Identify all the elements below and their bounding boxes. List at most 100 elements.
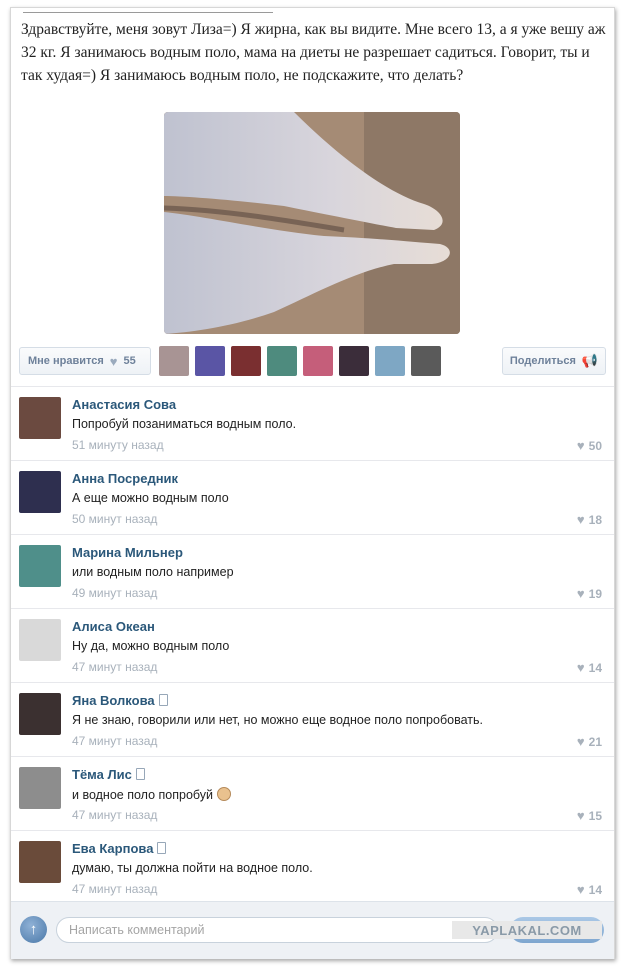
comment-like-count: 19	[588, 587, 602, 601]
post-text: Здравствуйте, меня зовут Лиза=) Я жирна,…	[21, 21, 606, 84]
comment-item: Анна Посредник А еще можно водным поло 5…	[11, 460, 614, 534]
heart-icon: ♥	[109, 353, 118, 369]
comment-like-count: 50	[588, 439, 602, 453]
comment-like-count: 18	[588, 513, 602, 527]
comment-author[interactable]: Яна Волкова	[72, 693, 168, 708]
comment-time[interactable]: 47 минут назад	[72, 734, 157, 748]
like-count: 55	[123, 355, 136, 367]
avatar[interactable]	[19, 767, 61, 809]
comment-like-button[interactable]: ♥ 18	[577, 512, 602, 527]
heart-icon: ♥	[576, 586, 585, 601]
comment-like-button[interactable]: ♥ 21	[577, 734, 602, 749]
avatar[interactable]	[19, 619, 61, 661]
liker-avatar[interactable]	[231, 346, 261, 376]
comment-text: Я не знаю, говорили или нет, но можно ещ…	[72, 713, 483, 727]
like-bar: Мне нравится ♥ 55 Поделиться 📢	[19, 345, 606, 379]
heart-icon: ♥	[576, 512, 585, 527]
liker-avatar[interactable]	[375, 346, 405, 376]
liker-avatar[interactable]	[339, 346, 369, 376]
comment-like-count: 21	[588, 735, 602, 749]
heart-icon: ♥	[576, 734, 585, 749]
heart-icon: ♥	[576, 882, 585, 897]
comment-item: Ева Карпова думаю, ты должна пойти на во…	[11, 830, 614, 904]
comment-like-button[interactable]: ♥ 15	[577, 808, 602, 823]
author-name[interactable]: Анна Посредник	[72, 471, 178, 486]
comment-author[interactable]: Тёма Лис	[72, 767, 145, 782]
comment-item: Анастасия Сова Попробуй позаниматься вод…	[11, 386, 614, 460]
like-label: Мне нравится	[28, 355, 104, 367]
comment-text: и водное поло попробуй	[72, 787, 232, 802]
watermark: YAPLAKAL.COM	[452, 921, 602, 939]
share-button[interactable]: Поделиться 📢	[502, 347, 606, 375]
comment-like-count: 14	[588, 661, 602, 675]
liker-avatar[interactable]	[159, 346, 189, 376]
mobile-icon	[157, 842, 167, 854]
comment-body: и водное поло попробуй	[72, 788, 214, 802]
comment-like-button[interactable]: ♥ 14	[577, 882, 602, 897]
comments-list: Анастасия Сова Попробуй позаниматься вод…	[11, 386, 614, 904]
heart-icon: ♥	[576, 438, 585, 453]
comment-author[interactable]: Марина Мильнер	[72, 545, 183, 560]
author-name[interactable]: Ева Карпова	[72, 841, 153, 856]
liker-avatar[interactable]	[303, 346, 333, 376]
emoji-icon	[217, 787, 232, 801]
like-button[interactable]: Мне нравится ♥ 55	[19, 347, 151, 375]
comment-time[interactable]: 51 минуту назад	[72, 438, 164, 452]
megaphone-icon: 📢	[581, 353, 599, 368]
comment-author[interactable]: Анна Посредник	[72, 471, 178, 486]
author-name[interactable]: Алиса Океан	[72, 619, 155, 634]
comment-like-count: 14	[588, 883, 602, 897]
comment-text: Ну да, можно водным поло	[72, 639, 229, 653]
comment-time[interactable]: 47 минут назад	[72, 882, 157, 896]
comment-body: думаю, ты должна пойти на водное поло.	[72, 861, 313, 875]
liker-avatar[interactable]	[195, 346, 225, 376]
avatar[interactable]	[19, 397, 61, 439]
mobile-icon	[135, 768, 145, 780]
comment-text: или водным поло например	[72, 565, 234, 579]
author-name[interactable]: Анастасия Сова	[72, 397, 176, 412]
avatar[interactable]	[19, 471, 61, 513]
comment-body: или водным поло например	[72, 565, 234, 579]
comment-body: Попробуй позаниматься водным поло.	[72, 417, 297, 431]
author-name[interactable]: Тёма Лис	[72, 767, 132, 782]
comment-like-count: 15	[588, 809, 602, 823]
avatar[interactable]	[19, 841, 61, 883]
mobile-icon	[158, 694, 168, 706]
post-card: Здравствуйте, меня зовут Лиза=) Я жирна,…	[10, 7, 615, 959]
comment-like-button[interactable]: ♥ 14	[577, 660, 602, 675]
comment-item: Тёма Лис и водное поло попробуй 47 минут…	[11, 756, 614, 830]
legs-photo	[164, 112, 460, 334]
comment-text: А еще можно водным поло	[72, 491, 229, 505]
comment-item: Алиса Океан Ну да, можно водным поло 47 …	[11, 608, 614, 682]
liker-avatar[interactable]	[267, 346, 297, 376]
comment-item: Марина Мильнер или водным поло например …	[11, 534, 614, 608]
comment-body: Ну да, можно водным поло	[72, 639, 230, 653]
comment-text: Попробуй позаниматься водным поло.	[72, 417, 296, 431]
avatar[interactable]	[19, 693, 61, 735]
comment-time[interactable]: 50 минут назад	[72, 512, 157, 526]
comment-time[interactable]: 47 минут назад	[72, 808, 157, 822]
share-label: Поделиться	[509, 355, 576, 367]
avatar[interactable]	[19, 545, 61, 587]
comment-time[interactable]: 47 минут назад	[72, 660, 157, 674]
arrow-up-icon[interactable]: ↑	[20, 916, 47, 943]
comment-input[interactable]	[56, 917, 498, 943]
heart-icon: ♥	[576, 660, 585, 675]
likers-list	[159, 346, 441, 376]
comment-like-button[interactable]: ♥ 50	[577, 438, 602, 453]
author-name[interactable]: Яна Волкова	[72, 693, 155, 708]
comment-body: Я не знаю, говорили или нет, но можно ещ…	[72, 713, 483, 727]
comment-item: Яна Волкова Я не знаю, говорили или нет,…	[11, 682, 614, 756]
comment-author[interactable]: Анастасия Сова	[72, 397, 176, 412]
liker-avatar[interactable]	[411, 346, 441, 376]
heart-icon: ♥	[576, 808, 585, 823]
divider	[23, 12, 273, 13]
comment-body: А еще можно водным поло	[72, 491, 229, 505]
author-name[interactable]: Марина Мильнер	[72, 545, 183, 560]
post-photo[interactable]	[164, 112, 460, 334]
comment-time[interactable]: 49 минут назад	[72, 586, 157, 600]
comment-text: думаю, ты должна пойти на водное поло.	[72, 861, 313, 875]
comment-author[interactable]: Ева Карпова	[72, 841, 167, 856]
comment-author[interactable]: Алиса Океан	[72, 619, 155, 634]
comment-like-button[interactable]: ♥ 19	[577, 586, 602, 601]
